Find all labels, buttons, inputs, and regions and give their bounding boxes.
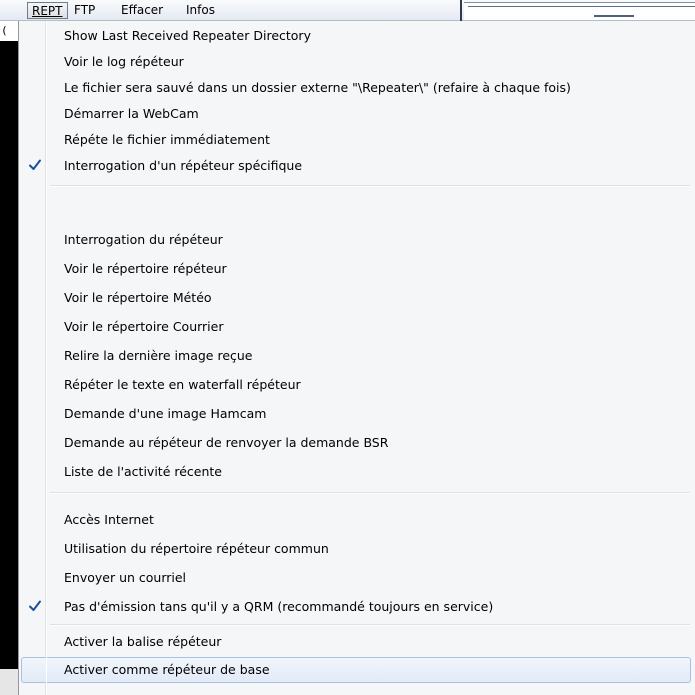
background-window-bottom [0, 669, 18, 695]
menu-item-fichier-sauve[interactable]: Le fichier sera sauvé dans un dossier ex… [21, 75, 691, 101]
menu-item-show-last-received-directory[interactable]: Show Last Received Repeater Directory [21, 23, 691, 49]
menu-item-label: Show Last Received Repeater Directory [64, 28, 311, 43]
menu-item-interrogation-repeteur[interactable]: Interrogation du répéteur [21, 227, 691, 253]
menu-item-label: Activer comme répéteur de base [64, 662, 270, 677]
menu-item-balise-repeteur[interactable]: Activer la balise répéteur [21, 629, 691, 655]
background-window: ( [0, 21, 18, 695]
menu-rept[interactable]: REPT [27, 2, 68, 19]
menu-rept-mnemonic: REPT [32, 4, 63, 18]
titlebar-line [468, 6, 695, 7]
menu-item-label: Voir le log répéteur [64, 54, 184, 69]
menu-separator [50, 624, 690, 626]
menu-item-label: Voir le répertoire Météo [64, 290, 212, 305]
menu-item-label: Relire la dernière image reçue [64, 348, 253, 363]
menu-item-label: Activer la balise répéteur [64, 634, 222, 649]
menu-effacer-label: Effacer [121, 3, 164, 17]
menu-item-label: Voir le répertoire Courrier [64, 319, 224, 334]
checkmark-icon [28, 599, 42, 613]
menu-item-label: Interrogation du répéteur [64, 232, 223, 247]
menu-item-repertoire-meteo[interactable]: Voir le répertoire Météo [21, 285, 691, 311]
menu-item-envoyer-courriel[interactable]: Envoyer un courriel [21, 565, 691, 591]
rept-dropdown-menu: Show Last Received Repeater Directory Vo… [18, 21, 695, 695]
menu-ftp[interactable]: FTP [70, 2, 99, 19]
menu-item-label: Liste de l'activité récente [64, 464, 222, 479]
background-window-titlebar [464, 2, 695, 20]
titlebar-mark [594, 15, 634, 17]
menu-item-label: Voir le répertoire répéteur [64, 261, 227, 276]
menu-infos[interactable]: Infos [182, 2, 219, 19]
menu-item-repertoire-repeteur[interactable]: Voir le répertoire répéteur [21, 256, 691, 282]
menu-item-repertoire-commun[interactable]: Utilisation du répertoire répéteur commu… [21, 536, 691, 562]
menu-item-label: Le fichier sera sauvé dans un dossier ex… [64, 80, 571, 95]
menu-separator [50, 185, 690, 187]
background-window-text: ( [0, 21, 18, 41]
menu-item-label: Accès Internet [64, 512, 154, 527]
menu-item-label: Demande au répéteur de renvoyer la deman… [64, 435, 389, 450]
menu-item-acces-internet[interactable]: Accès Internet [21, 507, 691, 533]
menu-effacer[interactable]: Effacer [117, 2, 167, 19]
menu-item-label: Utilisation du répertoire répéteur commu… [64, 541, 329, 556]
menu-item-image-hamcam[interactable]: Demande d'une image Hamcam [21, 401, 691, 427]
menu-item-interrogation-specifique[interactable]: Interrogation d'un répéteur spécifique [21, 153, 691, 179]
checkmark-icon [28, 158, 42, 172]
menu-item-label: Répéte le fichier immédiatement [64, 132, 270, 147]
menu-item-pas-emission-qrm[interactable]: Pas d'émission tans qu'il y a QRM (recom… [21, 594, 691, 620]
menu-separator [50, 492, 690, 494]
menu-item-label: Demande d'une image Hamcam [64, 406, 267, 421]
menu-item-label: Répéter le texte en waterfall répéteur [64, 377, 301, 392]
menu-item-label: Envoyer un courriel [64, 570, 187, 585]
menu-item-demarrer-webcam[interactable]: Démarrer la WebCam [21, 101, 691, 127]
menu-item-texte-waterfall[interactable]: Répéter le texte en waterfall répéteur [21, 372, 691, 398]
menu-item-repertoire-courrier[interactable]: Voir le répertoire Courrier [21, 314, 691, 340]
menu-ftp-label: FTP [74, 3, 96, 17]
menu-infos-label: Infos [186, 3, 215, 17]
menu-item-repeteur-de-base[interactable]: Activer comme répéteur de base [21, 657, 691, 683]
menu-bar: REPT FTP Effacer Infos [0, 0, 695, 21]
menubar-divider [460, 0, 462, 21]
menu-item-relire-image[interactable]: Relire la dernière image reçue [21, 343, 691, 369]
menu-item-label: Démarrer la WebCam [64, 106, 199, 121]
menu-item-voir-log[interactable]: Voir le log répéteur [21, 49, 691, 75]
menu-item-label: Pas d'émission tans qu'il y a QRM (recom… [64, 599, 494, 614]
menu-item-activite-recente[interactable]: Liste de l'activité récente [21, 459, 691, 485]
menu-item-demande-bsr[interactable]: Demande au répéteur de renvoyer la deman… [21, 430, 691, 456]
menu-item-repete-fichier[interactable]: Répéte le fichier immédiatement [21, 127, 691, 153]
menu-item-label: Interrogation d'un répéteur spécifique [64, 158, 303, 173]
